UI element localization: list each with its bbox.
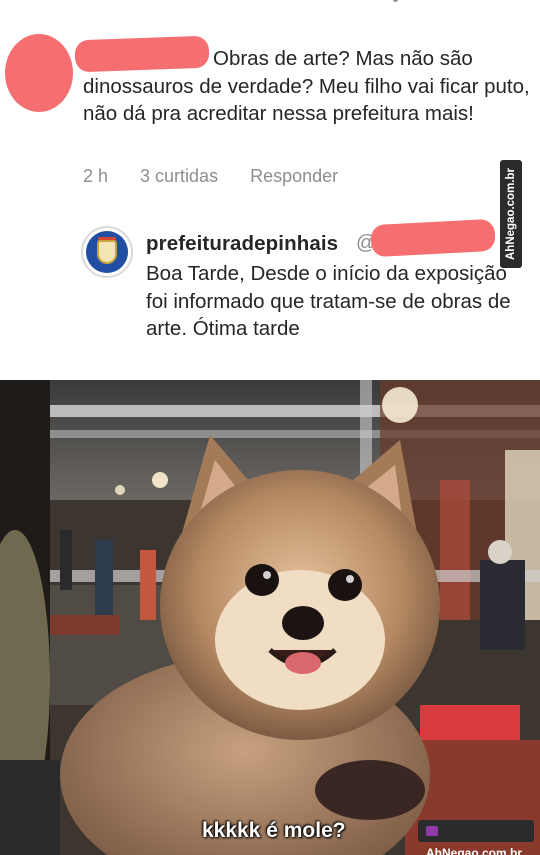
dog-photo-illustration bbox=[0, 380, 540, 855]
comment-text: Obras de arte? Mas não são dinossauros d… bbox=[83, 47, 530, 125]
photo-caption-text: kkkkk é mole? bbox=[202, 819, 346, 842]
crest-icon bbox=[86, 231, 128, 273]
menu-dot-icon bbox=[393, 0, 398, 2]
comment-likes[interactable]: 3 curtidas bbox=[140, 166, 218, 187]
comment-item: prefeituradepinhais @ Boa Tarde, Desde o… bbox=[0, 218, 540, 372]
redaction-mark bbox=[370, 218, 496, 258]
reply-button[interactable]: Responder bbox=[250, 166, 338, 187]
prefeitura-avatar[interactable] bbox=[81, 226, 133, 278]
watermark-bottom: AhNegao.com.br bbox=[418, 820, 534, 855]
comment-item: b Obras de arte? Mas não são dinossauros… bbox=[0, 30, 540, 205]
comment-meta: 2 h 3 curtidas Responder bbox=[83, 166, 370, 187]
avatar[interactable] bbox=[5, 34, 73, 112]
comment-text: Boa Tarde, Desde o início da exposição f… bbox=[146, 262, 511, 340]
comment-time: 2 h bbox=[83, 166, 109, 186]
top-strip bbox=[0, 0, 540, 14]
comment-username[interactable]: prefeituradepinhais bbox=[146, 232, 338, 256]
watermark-bottom-text: AhNegao.com.br bbox=[426, 846, 523, 855]
dog-photo: AhNegao.com.br bbox=[0, 380, 540, 855]
